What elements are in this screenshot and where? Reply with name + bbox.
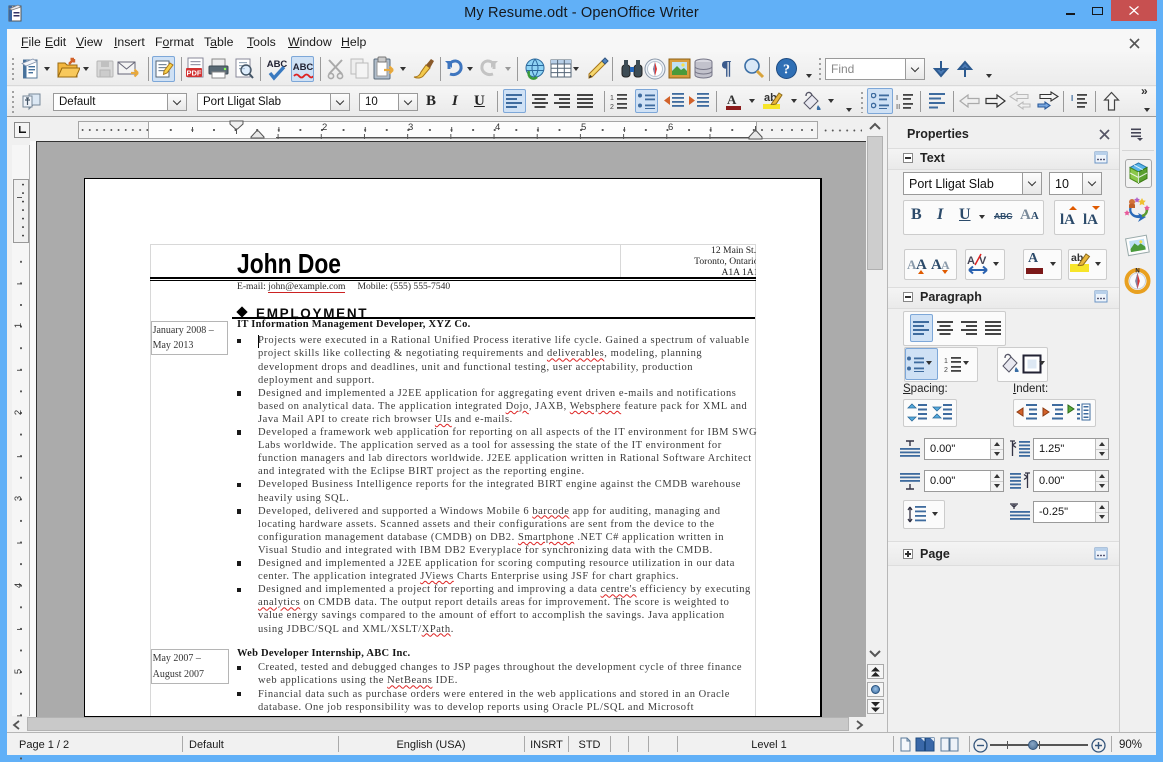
- svg-text:ABC: ABC: [293, 62, 313, 73]
- svg-text:I: I: [1071, 94, 1073, 103]
- svg-text:1: 1: [610, 95, 614, 102]
- svg-text:lA: lA: [1060, 212, 1075, 228]
- svg-text:lA: lA: [1083, 212, 1098, 228]
- svg-text:2: 2: [610, 104, 614, 109]
- svg-text:PDF: PDF: [187, 69, 202, 78]
- svg-text:I: I: [896, 93, 898, 102]
- svg-text:?: ?: [783, 63, 790, 78]
- svg-text:N: N: [1135, 269, 1139, 275]
- svg-text:II: II: [896, 102, 900, 109]
- svg-text:A: A: [967, 255, 975, 267]
- svg-text:2: 2: [944, 367, 948, 372]
- svg-text:1: 1: [944, 358, 948, 365]
- svg-text:A: A: [916, 257, 927, 273]
- svg-text:A: A: [941, 258, 950, 272]
